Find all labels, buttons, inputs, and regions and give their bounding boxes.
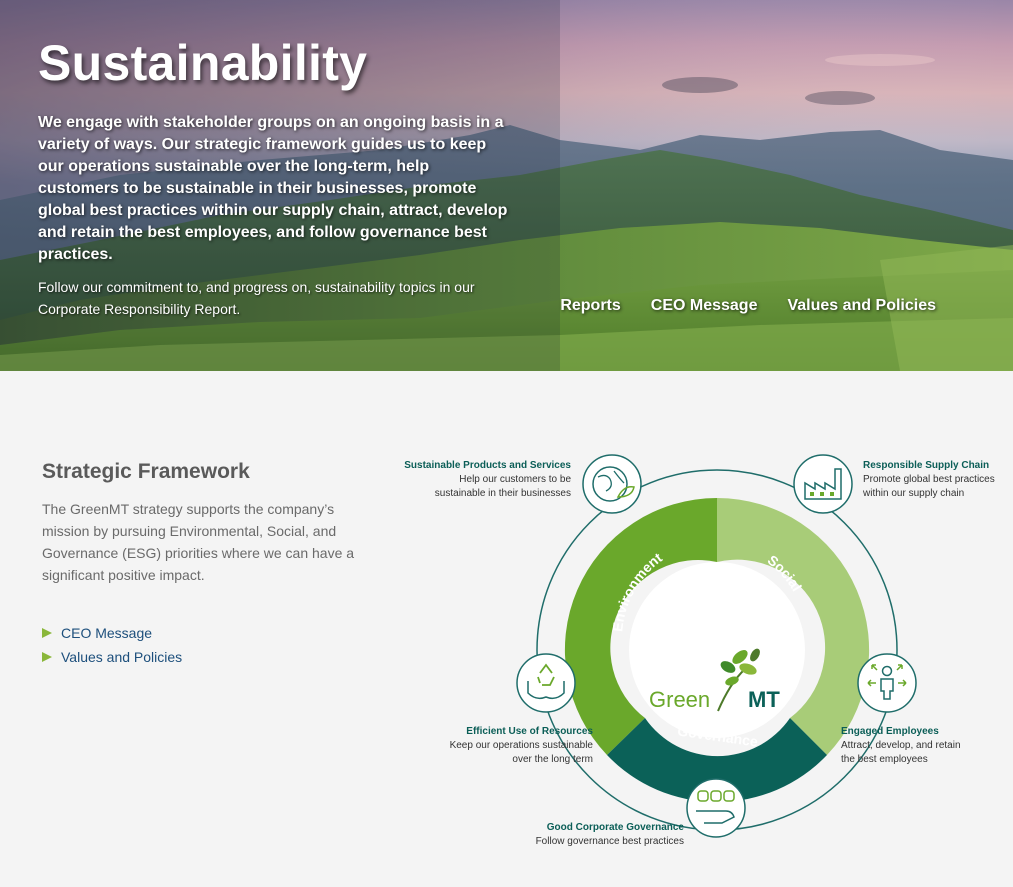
hero-nav: Reports CEO Message Values and Policies (560, 297, 936, 315)
nav-link-values-and-policies[interactable]: Values and Policies (787, 297, 936, 315)
page-title: Sustainability (38, 35, 368, 91)
item-desc-line: Help our customers to be (459, 474, 571, 485)
section-links: CEO Message Values and Policies (42, 621, 182, 669)
link-item: CEO Message (42, 621, 182, 645)
item-title: Responsible Supply Chain (863, 460, 990, 471)
section-description: The GreenMT strategy supports the compan… (42, 501, 355, 583)
logo-text-green: Green (649, 687, 710, 712)
link-values-and-policies[interactable]: Values and Policies (61, 649, 182, 665)
item-desc-line: sustainable in their businesses (434, 488, 571, 499)
item-good-corporate-governance: Good Corporate Governance Follow governa… (500, 821, 684, 849)
person-arrows-icon (857, 653, 917, 713)
item-desc-line: over the long term (512, 754, 593, 765)
arrow-bullet-icon (42, 628, 52, 638)
globe-leaf-icon (582, 454, 642, 514)
item-title: Sustainable Products and Services (404, 460, 571, 471)
item-title: Good Corporate Governance (546, 822, 684, 833)
item-desc-line: Attract, develop, and retain (841, 740, 961, 751)
link-item: Values and Policies (42, 645, 182, 669)
recycle-hands-icon (516, 653, 576, 713)
hero-sub-text: Follow our commitment to, and progress o… (38, 279, 475, 317)
item-engaged-employees: Engaged Employees Attract, develop, and … (841, 725, 991, 767)
item-efficient-use-of-resources: Efficient Use of Resources Keep our oper… (400, 725, 593, 767)
section-title: Strategic Framework (42, 460, 250, 483)
item-responsible-supply-chain: Responsible Supply Chain Promote global … (863, 459, 1003, 501)
logo-text-mt: MT (748, 687, 780, 712)
esg-framework-diagram: Environment Social Governance Green MT S… (400, 443, 1000, 883)
item-desc-line: Keep our operations sustainable (449, 740, 593, 751)
item-desc-line: Promote global best practices (863, 474, 995, 485)
link-ceo-message[interactable]: CEO Message (61, 625, 152, 641)
nav-link-ceo-message[interactable]: CEO Message (651, 297, 758, 315)
hero-banner: Sustainability We engage with stakeholde… (0, 0, 1013, 371)
nav-link-reports[interactable]: Reports (560, 297, 620, 315)
strategic-framework-section: Strategic Framework The GreenMT strategy… (0, 371, 1013, 887)
item-sustainable-products: Sustainable Products and Services Help o… (400, 459, 571, 501)
arrow-bullet-icon (42, 652, 52, 662)
item-desc-line: the best employees (841, 754, 928, 765)
item-desc-line: Follow governance best practices (535, 836, 684, 847)
item-title: Efficient Use of Resources (466, 726, 593, 737)
esg-diagram-graphic: Environment Social Governance Green MT (516, 454, 917, 838)
governance-people-icon (686, 778, 746, 838)
item-title: Engaged Employees (841, 726, 939, 737)
factory-icon (793, 454, 853, 514)
hero-lead-text: We engage with stakeholder groups on an … (38, 114, 508, 263)
item-desc-line: within our supply chain (863, 488, 965, 499)
